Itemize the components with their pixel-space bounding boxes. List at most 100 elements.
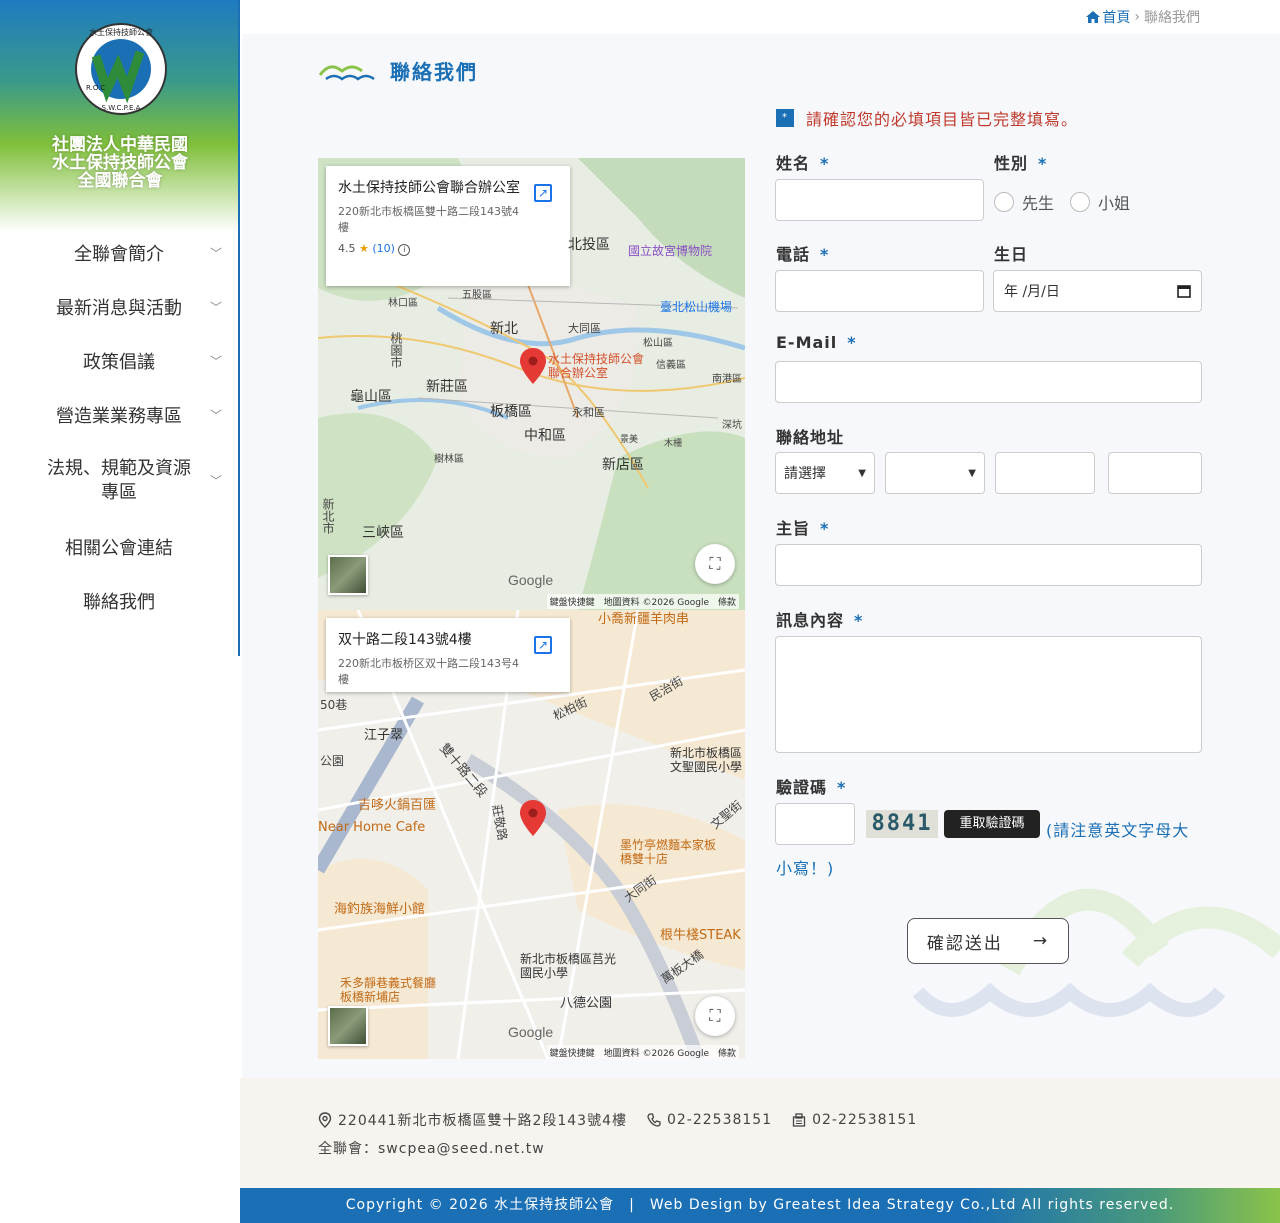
satellite-toggle[interactable] xyxy=(328,555,368,595)
satellite-toggle[interactable] xyxy=(328,1006,368,1046)
footer-email[interactable]: 全聯會：swcpea@seed.net.tw xyxy=(318,1138,545,1158)
radio-circle[interactable] xyxy=(994,192,1014,212)
caret-down-icon: ▼ xyxy=(968,467,976,479)
required-mark: * xyxy=(820,154,830,173)
nav-label: 政策倡議 xyxy=(83,352,155,373)
label-text: 性別 xyxy=(994,154,1029,173)
nav-item-about[interactable]: 全聯會簡介 ﹀ xyxy=(0,226,238,280)
info-icon[interactable]: i xyxy=(398,244,411,256)
map-place-label: 深坑 xyxy=(722,420,742,431)
name-input[interactable] xyxy=(775,179,984,221)
map-poi-label: 江子翠 xyxy=(364,728,404,743)
alert-square-icon: * xyxy=(776,109,794,127)
page-title: 聯絡我們 xyxy=(390,60,478,84)
phone-icon xyxy=(647,1113,661,1127)
open-in-maps-icon[interactable]: ↗ xyxy=(534,636,552,654)
nav-label: 最新消息與活動 xyxy=(56,298,182,319)
location-pin-icon[interactable] xyxy=(520,348,546,384)
nav-item-construction[interactable]: 營造業業務專區 ﹀ xyxy=(0,388,238,442)
org-logo[interactable]: 水土保持技師公會 R.O.C S.W.C.P.E.A xyxy=(74,20,168,118)
map-poi-label: 海釣族海鮮小館 xyxy=(334,902,426,917)
org-name-line1: 社團法人中華民國 xyxy=(52,135,188,155)
sidebar-nav: 全聯會簡介 ﹀ 最新消息與活動 ﹀ 政策倡議 ﹀ 營造業業務專區 ﹀ 法規、規範及資源專… xyxy=(0,226,238,628)
rating-count[interactable]: (10) xyxy=(372,242,395,255)
chevron-down-icon: ﹀ xyxy=(209,474,222,488)
map-street-label: 50巷 xyxy=(320,698,348,712)
sidebar-header: 水土保持技師公會 R.O.C S.W.C.P.E.A 社團法人中華民國 水土保持… xyxy=(0,0,238,232)
breadcrumb: 首頁 › 聯絡我們 xyxy=(1086,7,1200,27)
map-place-label: 永和區 xyxy=(572,406,605,419)
submit-button[interactable]: 確認送出 → xyxy=(907,918,1069,964)
nav-item-news[interactable]: 最新消息與活動 ﹀ xyxy=(0,280,238,334)
required-mark: * xyxy=(837,778,847,797)
footer-address: 220441新北市板橋區雙十路2段143號4樓 xyxy=(338,1113,627,1129)
map-poi-label: 墨竹亭燃麵本家板橋雙十店 xyxy=(620,838,717,866)
footer-phone[interactable]: 02-22538151 xyxy=(667,1112,772,1128)
map-place-label: 樹林區 xyxy=(434,454,464,465)
map-place-label: 大同區 xyxy=(568,322,601,335)
copyright-bar: Copyright © 2026 水土保持技師公會 | Web Design b… xyxy=(240,1188,1280,1223)
map-address-card[interactable]: 双十路二段143號4樓 220新北市板桥区双十路二段143号4樓 ↗ xyxy=(326,618,570,692)
radio-circle[interactable] xyxy=(1070,192,1090,212)
google-logo: Google xyxy=(508,1024,554,1040)
submit-label: 確認送出 xyxy=(926,933,1003,954)
location-pin-icon[interactable] xyxy=(520,800,546,836)
sidebar: 水土保持技師公會 R.O.C S.W.C.P.E.A 社團法人中華民國 水土保持… xyxy=(0,0,240,656)
label-text: 聯絡地址 xyxy=(776,428,845,447)
footer: 220441新北市板橋區雙十路2段143號4樓 02-22538151 02-2… xyxy=(240,1078,1280,1188)
name-label: 姓名 * xyxy=(776,150,829,174)
chevron-down-icon: ﹀ xyxy=(209,408,222,423)
map-poi-label: 禾多靜巷義式餐廳板橋新埔店 xyxy=(340,976,437,1004)
fullscreen-icon[interactable]: ⛶ xyxy=(695,996,735,1036)
map-place-label: 三峽區 xyxy=(362,525,404,541)
map-place-card[interactable]: 水土保持技師公會聯合辦公室 220新北市板橋區雙十路二段143號4樓 4.5 ★… xyxy=(326,166,570,286)
subject-input[interactable] xyxy=(775,544,1202,586)
map-poi-label: 吉哆火鍋百匯 xyxy=(358,798,437,813)
wave-icon xyxy=(318,64,375,81)
gender-radio-mr[interactable]: 先生 xyxy=(994,190,1054,214)
breadcrumb-home[interactable]: 首頁 xyxy=(1086,7,1130,27)
nav-item-regulations[interactable]: 法規、規範及資源專區 ﹀ xyxy=(0,442,238,520)
nav-item-contact[interactable]: 聯絡我們 xyxy=(0,574,238,628)
chevron-down-icon: ﹀ xyxy=(209,246,222,261)
label-text: 驗證碼 xyxy=(776,778,828,797)
page-title-wrap: 聯絡我們 xyxy=(318,56,478,85)
map-place-label: 五股區 xyxy=(462,290,492,301)
birthday-input[interactable]: 年 /月/日 xyxy=(993,270,1202,312)
zipcode-input[interactable] xyxy=(995,452,1095,494)
map-place-label: 板橋區 xyxy=(490,404,532,420)
star-icon: ★ xyxy=(359,242,369,255)
fullscreen-icon[interactable]: ⛶ xyxy=(695,544,735,584)
open-in-maps-icon[interactable]: ↗ xyxy=(534,184,552,202)
message-textarea[interactable] xyxy=(775,636,1202,753)
map-place-label: 中和區 xyxy=(524,428,566,444)
nav-label: 全聯會簡介 xyxy=(74,244,164,265)
logo-left-text: R.O.C xyxy=(86,84,105,92)
birthday-placeholder: 年 /月/日 xyxy=(1004,284,1060,300)
nav-item-policy[interactable]: 政策倡議 ﹀ xyxy=(0,334,238,388)
map-attribution[interactable]: 鍵盤快捷鍵 地圖資料 ©2026 Google 條款 xyxy=(546,594,739,609)
birthday-label: 生日 xyxy=(994,241,1028,265)
radio-label: 先生 xyxy=(1022,194,1055,213)
map-attribution[interactable]: 鍵盤快捷鍵 地圖資料 ©2026 Google 條款 xyxy=(546,1045,739,1059)
email-input[interactable] xyxy=(775,361,1202,403)
city-select[interactable]: 請選擇 ▼ xyxy=(775,452,875,494)
phone-input[interactable] xyxy=(775,270,984,312)
footer-contact: 220441新北市板橋區雙十路2段143號4樓 02-22538151 02-2… xyxy=(318,1110,917,1130)
map-poi-label: 根牛棧STEAK xyxy=(660,928,741,943)
map-place-rating: 4.5 ★ (10) i xyxy=(338,242,558,256)
street-input[interactable] xyxy=(1108,452,1202,494)
nav-label: 聯絡我們 xyxy=(83,592,155,613)
gender-radio-ms[interactable]: 小姐 xyxy=(1070,190,1130,214)
district-select[interactable]: ▼ xyxy=(885,452,985,494)
map-embed[interactable]: 水土保持技師公會聯合辦公室 220新北市板橋區雙十路二段143號4樓 4.5 ★… xyxy=(318,158,745,1059)
map-place-address: 220新北市板橋區雙十路二段143號4樓 xyxy=(338,205,519,234)
captcha-label: 驗證碼 * xyxy=(776,774,846,798)
nav-item-links[interactable]: 相關公會連結 xyxy=(0,520,238,574)
location-icon xyxy=(318,1112,332,1128)
calendar-icon[interactable] xyxy=(1177,284,1191,298)
message-label: 訊息內容 * xyxy=(776,607,863,631)
caret-down-icon: ▼ xyxy=(858,467,866,479)
chevron-down-icon: ﹀ xyxy=(209,300,222,315)
label-text: 訊息內容 xyxy=(776,611,845,630)
